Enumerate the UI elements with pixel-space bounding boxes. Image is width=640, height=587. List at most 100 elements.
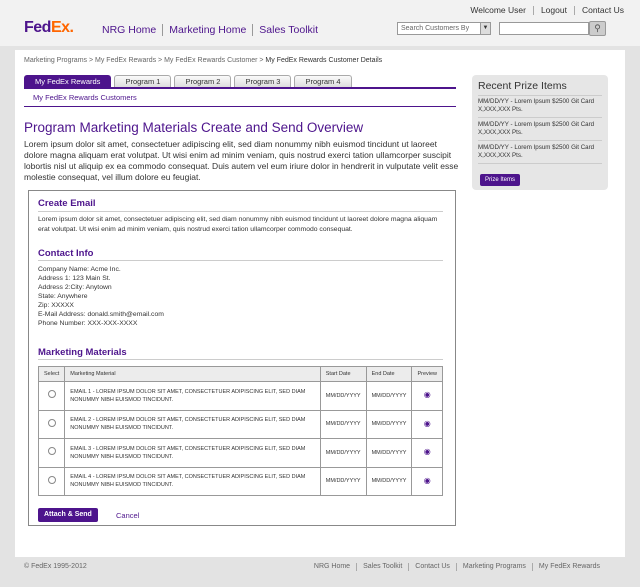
- preview-cell: ◉: [411, 466, 443, 496]
- create-email-heading: Create Email: [38, 198, 96, 209]
- breadcrumb: Marketing Programs > My FedEx Rewards > …: [24, 57, 383, 64]
- program-tabs: My FedEx Rewards Program 1 Program 2 Pro…: [24, 75, 355, 87]
- table-row: EMAIL 1 - LOREM IPSUM DOLOR SIT AMET, CO…: [37, 381, 443, 411]
- subtab-rewards-customers[interactable]: My FedEx Rewards Customers: [33, 93, 137, 102]
- page-intro: Lorem ipsum dolor sit amet, consectetuer…: [24, 139, 459, 182]
- footer-link-marketing-programs[interactable]: Marketing Programs: [455, 563, 532, 571]
- tab-program-3[interactable]: Program 3: [234, 75, 292, 87]
- prize-panel-title: Recent Prize Items: [478, 80, 567, 92]
- cancel-link[interactable]: Cancel: [116, 511, 139, 520]
- contact-zip: Zip: XXXXX: [38, 302, 74, 309]
- copyright: © FedEx 1995-2012: [24, 563, 87, 570]
- prize-items-button[interactable]: Prize Items: [480, 174, 521, 186]
- section-divider: [38, 359, 443, 360]
- tab-my-fedex-rewards[interactable]: My FedEx Rewards: [24, 75, 112, 87]
- prize-divider: [478, 140, 602, 141]
- breadcrumb-current: My FedEx Rewards Customer Details: [265, 57, 383, 64]
- contact-info-heading: Contact Info: [38, 248, 94, 259]
- eye-icon[interactable]: ◉: [424, 476, 431, 485]
- contact-us-link[interactable]: Contact Us: [573, 6, 631, 15]
- start-date-cell: MM/DD/YYYY: [319, 381, 367, 411]
- fedex-logo[interactable]: FedEx.: [24, 19, 74, 37]
- prize-divider: [478, 95, 602, 96]
- end-date-cell: MM/DD/YYYY: [365, 466, 413, 496]
- col-select: Select: [37, 366, 66, 382]
- preview-cell: ◉: [411, 438, 443, 468]
- eye-icon[interactable]: ◉: [424, 448, 431, 456]
- table-row: EMAIL 3 - LOREM IPSUM DOLOR SIT AMET, CO…: [37, 438, 443, 468]
- select-radio[interactable]: [47, 447, 56, 456]
- search-by-label: Search Customers By: [401, 25, 470, 32]
- breadcrumb-rewards-customer[interactable]: My FedEx Rewards Customer: [164, 57, 257, 64]
- main-nav: NRG Home Marketing Home Sales Toolkit: [96, 24, 324, 36]
- attach-send-button[interactable]: Attach & Send: [38, 508, 98, 522]
- section-divider: [38, 260, 443, 261]
- search-input[interactable]: [499, 22, 589, 35]
- material-cell: EMAIL 4 - LOREM IPSUM DOLOR SIT AMET, CO…: [64, 466, 321, 496]
- material-cell: EMAIL 2 - LOREM IPSUM DOLOR SIT AMET, CO…: [64, 409, 321, 439]
- contact-state: State: Anywhere: [38, 293, 88, 300]
- footer-link-sales-toolkit[interactable]: Sales Toolkit: [356, 563, 408, 571]
- subtab-divider: [24, 106, 456, 107]
- prize-divider: [478, 117, 602, 118]
- section-divider: [38, 211, 443, 212]
- select-cell: [37, 466, 66, 496]
- eye-icon[interactable]: ◉: [424, 391, 431, 399]
- col-end-date: End Date: [365, 366, 413, 382]
- tab-program-2[interactable]: Program 2: [174, 75, 232, 87]
- search-by-select[interactable]: Search Customers By ▼: [397, 22, 491, 35]
- end-date-cell: MM/DD/YYYY: [365, 381, 413, 411]
- footer-nav: NRG Home Sales Toolkit Contact Us Market…: [308, 563, 606, 571]
- contact-address-1: Address 1: 123 Main St.: [38, 275, 111, 282]
- main-content: Marketing Programs > My FedEx Rewards > …: [15, 50, 625, 557]
- footer-link-nrg-home[interactable]: NRG Home: [308, 563, 356, 571]
- tab-program-4[interactable]: Program 4: [294, 75, 352, 87]
- eye-icon[interactable]: ◉: [424, 419, 431, 428]
- prize-item: MM/DD/YY - Lorem Ipsum $2500 Git Card X,…: [478, 121, 595, 136]
- select-cell: [37, 381, 66, 411]
- chevron-down-icon: ▼: [480, 23, 490, 34]
- page-title: Program Marketing Materials Create and S…: [24, 120, 364, 135]
- prize-divider: [478, 163, 602, 164]
- select-radio[interactable]: [47, 390, 56, 399]
- preview-cell: ◉: [411, 381, 443, 411]
- logo-fed: Fed: [24, 19, 51, 36]
- tab-program-1[interactable]: Program 1: [114, 75, 172, 87]
- prize-item: MM/DD/YY - Lorem Ipsum $2500 Git Card X,…: [478, 144, 595, 159]
- material-cell: EMAIL 3 - LOREM IPSUM DOLOR SIT AMET, CO…: [64, 438, 321, 468]
- logout-link[interactable]: Logout: [532, 6, 574, 15]
- select-radio[interactable]: [47, 475, 56, 484]
- col-preview: Preview: [411, 366, 443, 382]
- email-form-box: Create Email Lorem ipsum dolor sit amet,…: [28, 190, 456, 526]
- breadcrumb-my-fedex-rewards[interactable]: My FedEx Rewards: [95, 57, 156, 64]
- contact-address-2: Address 2:City: Anytown: [38, 284, 112, 291]
- marketing-materials-table: Select Marketing Material Start Date End…: [37, 366, 443, 496]
- start-date-cell: MM/DD/YYYY: [319, 409, 367, 439]
- footer-link-my-fedex-rewards[interactable]: My FedEx Rewards: [531, 563, 606, 571]
- contact-email: E-Mail Address: donald.smith@email.com: [38, 311, 164, 318]
- prize-item: MM/DD/YY - Lorem Ipsum $2500 Git Card X,…: [478, 98, 595, 113]
- logo-ex: Ex.: [50, 19, 74, 36]
- material-cell: EMAIL 1 - LOREM IPSUM DOLOR SIT AMET, CO…: [64, 381, 321, 411]
- marketing-materials-heading: Marketing Materials: [38, 347, 127, 358]
- preview-cell: ◉: [411, 409, 443, 439]
- nav-nrg-home[interactable]: NRG Home: [96, 24, 162, 36]
- recent-prize-items-panel: Recent Prize Items MM/DD/YY - Lorem Ipsu…: [472, 75, 608, 190]
- end-date-cell: MM/DD/YYYY: [365, 409, 413, 439]
- search-button[interactable]: ⚲: [589, 21, 606, 36]
- col-start-date: Start Date: [319, 366, 367, 382]
- select-radio[interactable]: [47, 418, 56, 427]
- contact-phone: Phone Number: XXX-XXX-XXXX: [38, 320, 138, 327]
- nav-marketing-home[interactable]: Marketing Home: [162, 24, 252, 36]
- select-cell: [37, 438, 66, 468]
- table-row: EMAIL 4 - LOREM IPSUM DOLOR SIT AMET, CO…: [37, 466, 443, 496]
- breadcrumb-marketing-programs[interactable]: Marketing Programs: [24, 57, 87, 64]
- footer-link-contact-us[interactable]: Contact Us: [408, 563, 456, 571]
- select-cell: [37, 409, 66, 439]
- start-date-cell: MM/DD/YYYY: [319, 438, 367, 468]
- tab-divider: [24, 87, 456, 89]
- create-email-text: Lorem ipsum dolor sit amet, consectetuer…: [38, 216, 438, 233]
- search-icon: ⚲: [594, 23, 601, 33]
- table-row: EMAIL 2 - LOREM IPSUM DOLOR SIT AMET, CO…: [37, 409, 443, 439]
- nav-sales-toolkit[interactable]: Sales Toolkit: [252, 24, 324, 36]
